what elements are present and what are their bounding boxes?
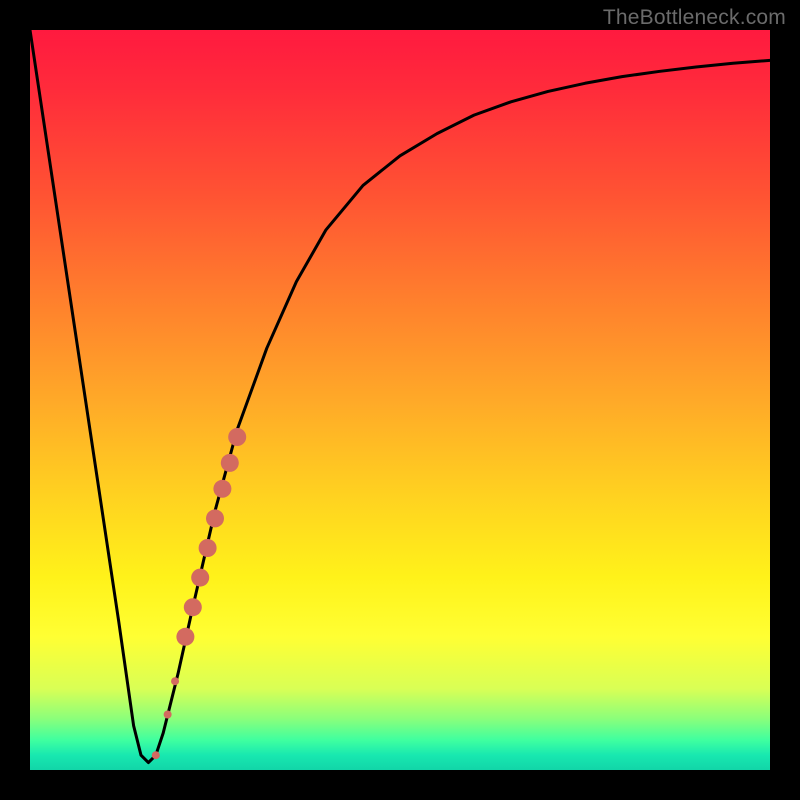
marker-dot [171,677,179,685]
marker-dot [191,569,209,587]
marker-dot [184,598,202,616]
marker-dot [206,509,224,527]
marker-dot [176,628,194,646]
chart-frame: TheBottleneck.com [0,0,800,800]
marker-group [152,428,246,759]
marker-dot [164,711,172,719]
chart-svg [30,30,770,770]
curve-line [30,30,770,763]
marker-dot [152,751,160,759]
watermark-text: TheBottleneck.com [603,6,786,30]
marker-dot [228,428,246,446]
plot-area [30,30,770,770]
marker-dot [221,454,239,472]
marker-dot [213,480,231,498]
marker-dot [199,539,217,557]
